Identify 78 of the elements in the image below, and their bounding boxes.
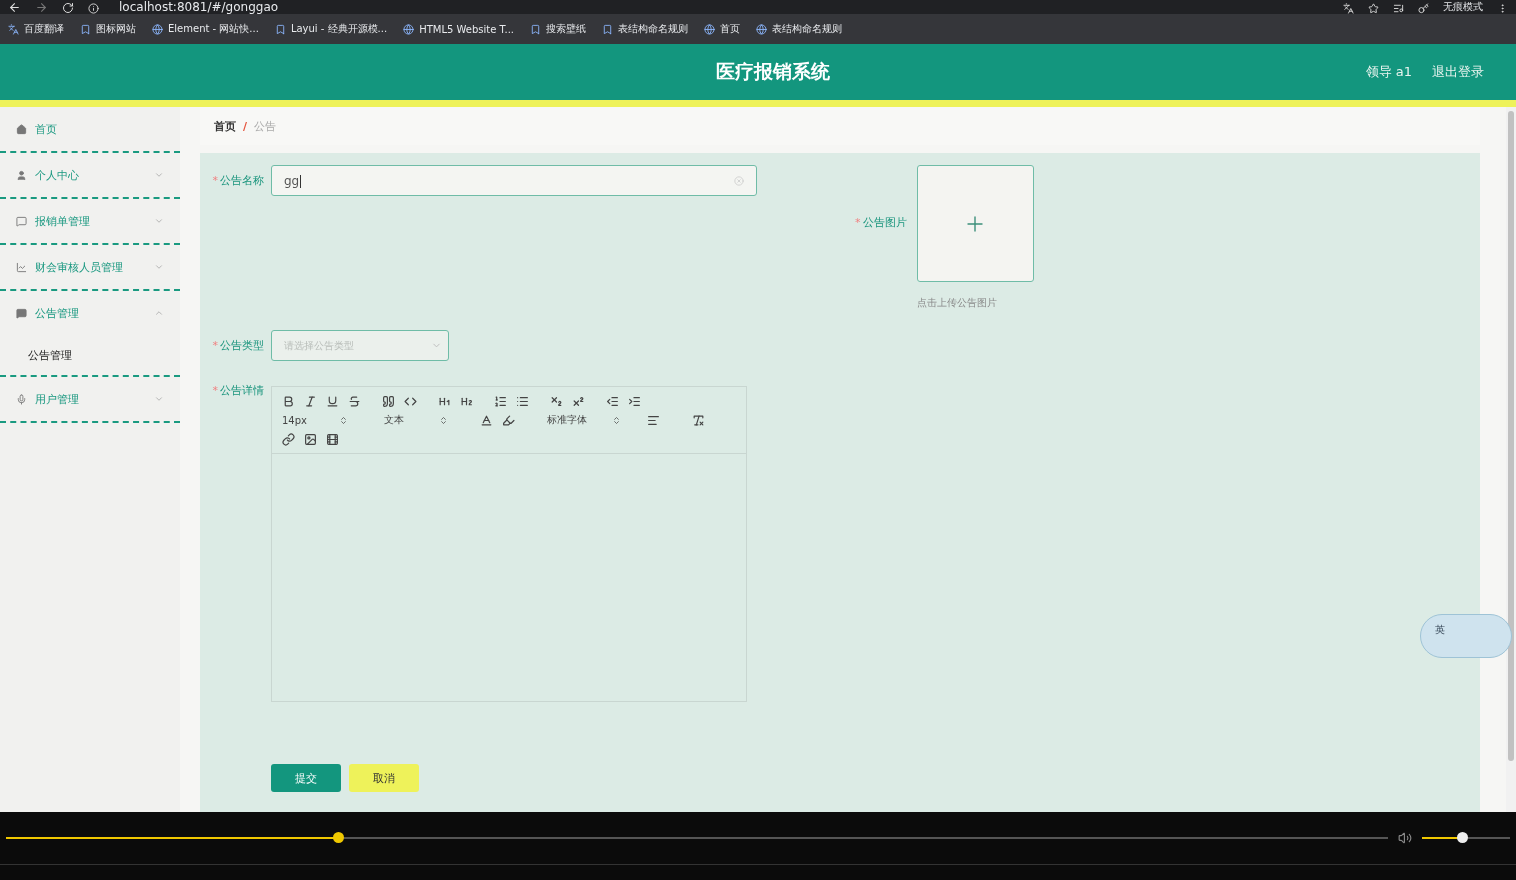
playlist-icon [1393, 3, 1404, 14]
video-icon[interactable] [326, 432, 339, 446]
subscript-icon[interactable] [550, 394, 563, 408]
key-icon [1418, 3, 1429, 14]
image-icon[interactable] [304, 432, 317, 446]
back-icon [8, 1, 21, 14]
globe-icon [756, 23, 768, 35]
user-icon [16, 169, 27, 181]
superscript-icon[interactable] [572, 394, 585, 408]
globe-icon [704, 23, 716, 35]
align-icon[interactable] [647, 413, 660, 427]
volume-thumb[interactable] [1456, 832, 1468, 843]
bookmark-link[interactable]: 图标网站 [80, 22, 136, 36]
dropdown-picker[interactable]: 14px [282, 414, 348, 426]
breadcrumb-link[interactable]: 首页 [214, 118, 236, 134]
ime-widget[interactable]: 英 [1420, 614, 1512, 658]
clear-format-icon[interactable] [692, 413, 705, 427]
bookmark-icon [80, 23, 91, 35]
up-down-arrows-icon [439, 415, 448, 425]
input-field[interactable]: gg [271, 165, 757, 196]
address-bar[interactable]: localhost:8081/#/gonggao [119, 0, 279, 14]
indent-icon[interactable] [628, 394, 641, 408]
cancel-button[interactable]: 取消 [349, 764, 419, 792]
bookmark-link[interactable]: 首页 [704, 22, 741, 36]
bookmark-icon [274, 23, 286, 35]
italic-icon[interactable] [304, 394, 317, 408]
bold-icon[interactable] [282, 394, 295, 408]
volume-icon [1398, 831, 1412, 845]
globe-icon [152, 23, 163, 35]
bookmark-link[interactable]: Layui - 经典开源模... [274, 22, 388, 36]
font-color-icon[interactable] [480, 413, 493, 427]
breadcrumb-separator: / [243, 119, 248, 133]
bookmark-link[interactable]: 百度翻译 [8, 22, 64, 36]
up-down-arrows-icon [612, 415, 621, 425]
field-label: * 公告图片 [855, 216, 908, 229]
upload-hint: 点击上传公告图片 [916, 296, 998, 310]
outdent-icon[interactable] [606, 394, 619, 408]
clear-icon [734, 175, 744, 186]
bookmark-icon [602, 23, 614, 35]
dropdown-picker[interactable]: 标准字体 [547, 413, 621, 427]
profile-label[interactable]: 无痕模式 [1443, 0, 1483, 14]
field-label: * 公告名称 [211, 173, 265, 189]
info-icon [88, 3, 99, 14]
quote-icon[interactable] [382, 394, 395, 408]
link-icon[interactable] [282, 432, 295, 446]
text-cursor [300, 174, 302, 188]
bullet-list-icon[interactable] [516, 394, 529, 408]
reload-icon [62, 2, 74, 14]
home-icon [16, 123, 27, 135]
bookmark-icon [530, 23, 542, 35]
globe-icon [403, 23, 415, 35]
star-icon [1368, 3, 1379, 14]
bookmark-link[interactable]: 搜索壁纸 [530, 22, 587, 36]
translate-icon [1343, 3, 1354, 14]
bookmark-link[interactable]: Element - 网站快... [152, 22, 259, 36]
strikethrough-icon[interactable] [348, 394, 361, 408]
bookmark-link[interactable]: 表结构命名规则 [756, 22, 843, 36]
chat-icon [16, 307, 27, 319]
app-title: 医疗报销系统 [714, 59, 831, 84]
highlight-icon[interactable] [502, 413, 515, 427]
dropdown-picker[interactable]: 文本 [384, 413, 448, 427]
numbered-list-icon[interactable] [494, 394, 507, 408]
microphone-icon [16, 393, 27, 405]
chat-icon [16, 215, 27, 227]
up-down-arrows-icon [339, 415, 348, 425]
underline-icon[interactable] [326, 394, 339, 408]
chart-icon [16, 261, 27, 273]
progress-thumb[interactable] [332, 832, 344, 843]
rich-text-editor[interactable]: 14px 文本 标准字体 [271, 386, 747, 702]
bookmark-link[interactable]: 表结构命名规则 [602, 22, 689, 36]
forward-icon [35, 1, 48, 14]
submit-button[interactable]: 提交 [271, 764, 341, 792]
bookmark-link[interactable]: HTML5 Website T... [403, 23, 515, 35]
translate-icon [8, 23, 19, 35]
scrollbar-thumb[interactable] [1508, 111, 1514, 761]
submenu-item[interactable]: 公告管理 [0, 335, 180, 377]
field-label: * 公告详情 [211, 383, 265, 399]
field-label: * 公告类型 [211, 338, 265, 354]
